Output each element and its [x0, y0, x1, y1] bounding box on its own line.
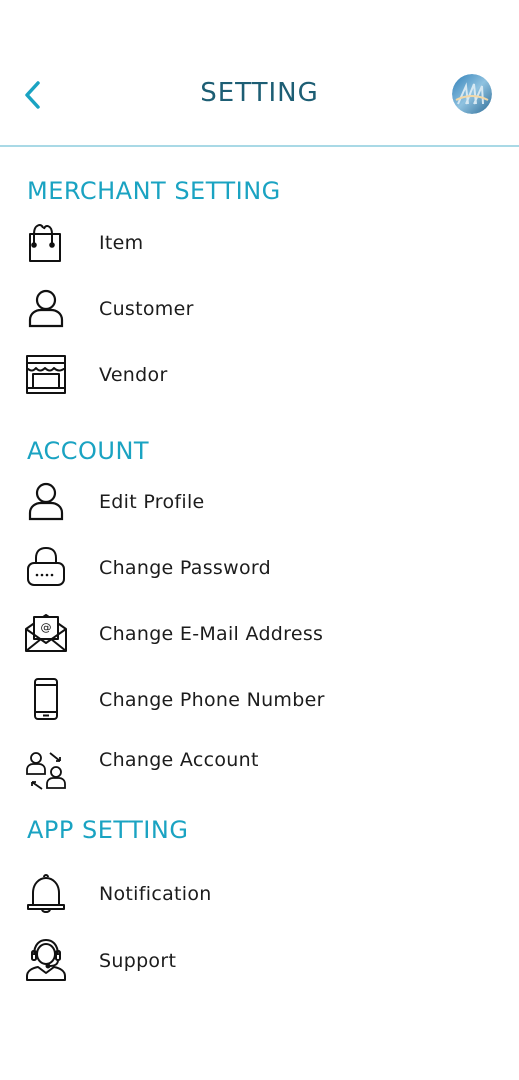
envelope-icon: @ [24, 611, 68, 655]
vendor-label: Vendor [99, 364, 168, 386]
svg-text:@: @ [41, 621, 52, 634]
notification-label: Notification [99, 883, 212, 905]
user-icon [24, 286, 68, 330]
setting-item-support[interactable]: Support [0, 931, 519, 991]
setting-item-item[interactable]: Item [0, 213, 519, 273]
section-title-merchant: MERCHANT SETTING [27, 177, 281, 205]
setting-item-customer[interactable]: Customer [0, 279, 519, 339]
shopping-bag-icon [24, 220, 68, 264]
setting-item-change-email[interactable]: @ Change E-Mail Address [0, 604, 519, 664]
lock-icon [24, 545, 68, 589]
setting-item-change-phone[interactable]: Change Phone Number [0, 670, 519, 730]
change-email-label: Change E-Mail Address [99, 623, 324, 645]
change-password-label: Change Password [99, 557, 272, 579]
setting-item-notification[interactable]: Notification [0, 864, 519, 924]
setting-item-change-password[interactable]: Change Password [0, 538, 519, 598]
header-divider [0, 145, 519, 147]
headset-support-icon [24, 938, 68, 982]
storefront-icon [24, 352, 68, 396]
setting-item-change-account[interactable]: Change Account [0, 736, 519, 796]
change-phone-label: Change Phone Number [99, 689, 325, 711]
change-account-label: Change Account [99, 749, 259, 771]
section-title-account: ACCOUNT [27, 437, 150, 465]
user-icon [24, 479, 68, 523]
edit-profile-label: Edit Profile [99, 491, 205, 513]
setting-item-vendor[interactable]: Vendor [0, 345, 519, 405]
avatar[interactable] [452, 74, 492, 114]
page-title: SETTING [200, 78, 319, 108]
switch-account-icon [24, 750, 68, 794]
section-title-app: APP SETTING [27, 816, 189, 844]
customer-label: Customer [99, 298, 194, 320]
item-label: Item [99, 232, 144, 254]
support-label: Support [99, 950, 177, 972]
setting-item-edit-profile[interactable]: Edit Profile [0, 472, 519, 532]
app-header: SETTING [0, 0, 519, 148]
phone-icon [24, 677, 68, 721]
bell-icon [24, 871, 68, 915]
